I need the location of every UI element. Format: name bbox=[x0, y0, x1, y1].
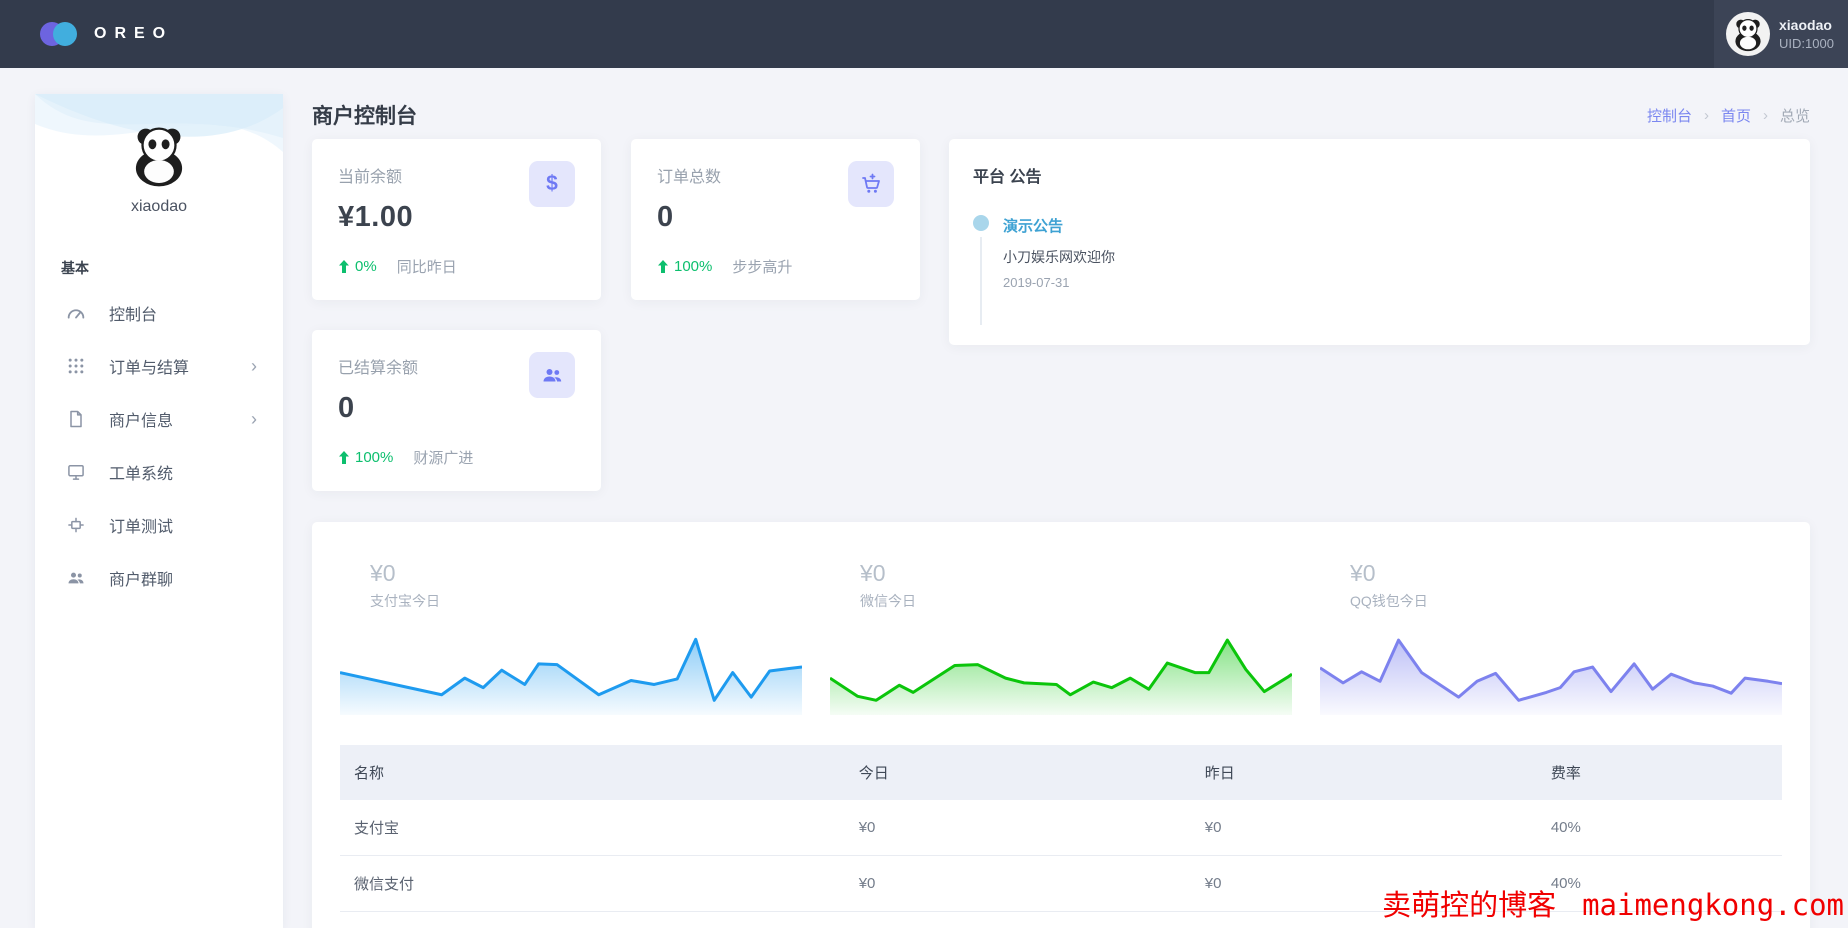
user-name: xiaodao bbox=[1779, 16, 1834, 35]
user-uid: UID:1000 bbox=[1779, 35, 1834, 53]
breadcrumb-separator: › bbox=[1763, 107, 1768, 124]
spark-value: ¥0 bbox=[370, 560, 802, 587]
trend-note: 同比昨日 bbox=[397, 256, 457, 277]
page-title: 商户控制台 bbox=[312, 100, 417, 130]
column-header-yesterday: 昨日 bbox=[1191, 745, 1537, 800]
announcement-content: 小刀娱乐网欢迎你 bbox=[1003, 247, 1786, 267]
cell-yesterday: ¥0 bbox=[1191, 800, 1537, 856]
spark-column-qq: ¥0 QQ钱包今日 bbox=[1320, 546, 1782, 715]
stat-card-balance: 当前余额 $ ¥1.00 0% 同比昨日 bbox=[312, 139, 601, 300]
table-header-row: 名称 今日 昨日 费率 bbox=[340, 745, 1782, 800]
chevron-right-icon: › bbox=[251, 410, 257, 428]
brand-logo-text: OREO bbox=[94, 25, 173, 43]
spark-label: 支付宝今日 bbox=[370, 591, 802, 611]
table-row: 支付宝 ¥0 ¥0 40% bbox=[340, 800, 1782, 856]
sidebar-item-label: 商户信息 bbox=[109, 407, 173, 431]
arrow-up-icon bbox=[338, 260, 350, 273]
stats-chart-card: ¥0 支付宝今日 ¥0 微信今日 bbox=[312, 522, 1810, 928]
cell-channel: 微信支付 bbox=[340, 856, 845, 912]
panda-avatar-icon bbox=[1730, 16, 1766, 52]
announcement-title: 平台 公告 bbox=[973, 163, 1786, 187]
announcement-date: 2019-07-31 bbox=[1003, 275, 1786, 290]
cell-today: ¥0 bbox=[845, 912, 1191, 928]
watermark-text-en: maimengkong.com bbox=[1582, 888, 1844, 922]
trend-note: 步步高升 bbox=[732, 256, 792, 277]
announcement-item: 演示公告 小刀娱乐网欢迎你 2019-07-31 bbox=[973, 215, 1786, 290]
arrow-up-icon bbox=[338, 451, 350, 464]
cell-today: ¥0 bbox=[845, 856, 1191, 912]
sidebar-item-merchant-info[interactable]: 商户信息 › bbox=[35, 392, 283, 445]
document-icon bbox=[65, 408, 87, 430]
column-header-rate: 费率 bbox=[1537, 745, 1782, 800]
breadcrumb-current: 总览 bbox=[1780, 105, 1810, 126]
cell-today: ¥0 bbox=[845, 800, 1191, 856]
sidebar-item-label: 控制台 bbox=[109, 301, 157, 325]
qq-sparkline-chart bbox=[1320, 627, 1782, 715]
people-icon bbox=[529, 352, 575, 398]
sidebar-item-order-test[interactable]: 订单测试 bbox=[35, 498, 283, 551]
wechat-sparkline-chart bbox=[830, 627, 1292, 715]
sidebar-item-dashboard[interactable]: 控制台 bbox=[35, 286, 283, 339]
stat-card-settled: 已结算余额 0 100% 财源广进 bbox=[312, 330, 601, 491]
sidebar-item-ticket-system[interactable]: 工单系统 bbox=[35, 445, 283, 498]
sidebar-item-label: 订单与结算 bbox=[109, 354, 189, 378]
dashboard-icon bbox=[65, 302, 87, 324]
spark-column-wechat: ¥0 微信今日 bbox=[830, 546, 1292, 715]
sidebar: xiaodao 基本 控制台 订单与结算 › 商户信息 › 工单系统 订单测试 bbox=[35, 94, 283, 928]
spark-label: QQ钱包今日 bbox=[1350, 591, 1782, 611]
sidebar-item-orders-settlement[interactable]: 订单与结算 › bbox=[35, 339, 283, 392]
top-navbar: OREO xiaodao UID:1000 bbox=[0, 0, 1848, 68]
spark-column-alipay: ¥0 支付宝今日 bbox=[340, 546, 802, 715]
cell-rate: 40% bbox=[1537, 800, 1782, 856]
watermark-text-cn: 卖萌控的博客 bbox=[1382, 882, 1556, 924]
trend-percent: 100% bbox=[674, 258, 712, 275]
profile-avatar[interactable] bbox=[126, 122, 192, 188]
sidebar-item-merchant-chat[interactable]: 商户群聊 bbox=[35, 551, 283, 604]
breadcrumb-home[interactable]: 首页 bbox=[1721, 105, 1751, 126]
announcement-panel: 平台 公告 演示公告 小刀娱乐网欢迎你 2019-07-31 bbox=[949, 139, 1810, 345]
monitor-icon bbox=[65, 461, 87, 483]
breadcrumb: 控制台 › 首页 › 总览 bbox=[1647, 105, 1810, 126]
cell-channel: QQ钱包 bbox=[340, 912, 845, 928]
column-header-today: 今日 bbox=[845, 745, 1191, 800]
cart-plus-icon bbox=[848, 161, 894, 207]
user-avatar[interactable] bbox=[1726, 12, 1770, 56]
alipay-sparkline-chart bbox=[340, 627, 802, 715]
trend-percent: 100% bbox=[355, 449, 393, 466]
column-header-name: 名称 bbox=[340, 745, 845, 800]
profile-name: xiaodao bbox=[35, 198, 283, 216]
trend-percent: 0% bbox=[355, 258, 377, 275]
brand-logo-icon bbox=[40, 20, 82, 48]
chevron-right-icon: › bbox=[251, 357, 257, 375]
sidebar-item-label: 订单测试 bbox=[109, 513, 173, 537]
spark-value: ¥0 bbox=[860, 560, 1292, 587]
arrow-up-icon bbox=[657, 260, 669, 273]
announcement-link[interactable]: 演示公告 bbox=[1003, 215, 1786, 236]
trend-note: 财源广进 bbox=[413, 447, 473, 468]
grid-dots-icon bbox=[65, 355, 87, 377]
brand-logo: OREO bbox=[40, 20, 173, 48]
stat-card-orders: 订单总数 0 100% 步步高升 bbox=[631, 139, 920, 300]
people-icon bbox=[65, 567, 87, 589]
dollar-icon: $ bbox=[529, 161, 575, 207]
sidebar-item-label: 工单系统 bbox=[109, 460, 173, 484]
timeline-dot-icon bbox=[973, 215, 989, 231]
sidebar-section-label: 基本 bbox=[61, 258, 283, 278]
cell-channel: 支付宝 bbox=[340, 800, 845, 856]
sidebar-item-label: 商户群聊 bbox=[109, 566, 173, 590]
main-content: 商户控制台 控制台 › 首页 › 总览 当前余额 $ ¥1.00 0% 同比昨日… bbox=[312, 94, 1810, 136]
watermark: 卖萌控的博客 maimengkong.com bbox=[1382, 882, 1844, 924]
breadcrumb-console[interactable]: 控制台 bbox=[1647, 105, 1692, 126]
user-menu[interactable]: xiaodao UID:1000 bbox=[1714, 0, 1848, 68]
order-test-icon bbox=[65, 514, 87, 536]
panda-avatar-icon bbox=[126, 122, 192, 188]
timeline-line bbox=[980, 237, 982, 325]
breadcrumb-separator: › bbox=[1704, 107, 1709, 124]
spark-label: 微信今日 bbox=[860, 591, 1292, 611]
spark-value: ¥0 bbox=[1350, 560, 1782, 587]
